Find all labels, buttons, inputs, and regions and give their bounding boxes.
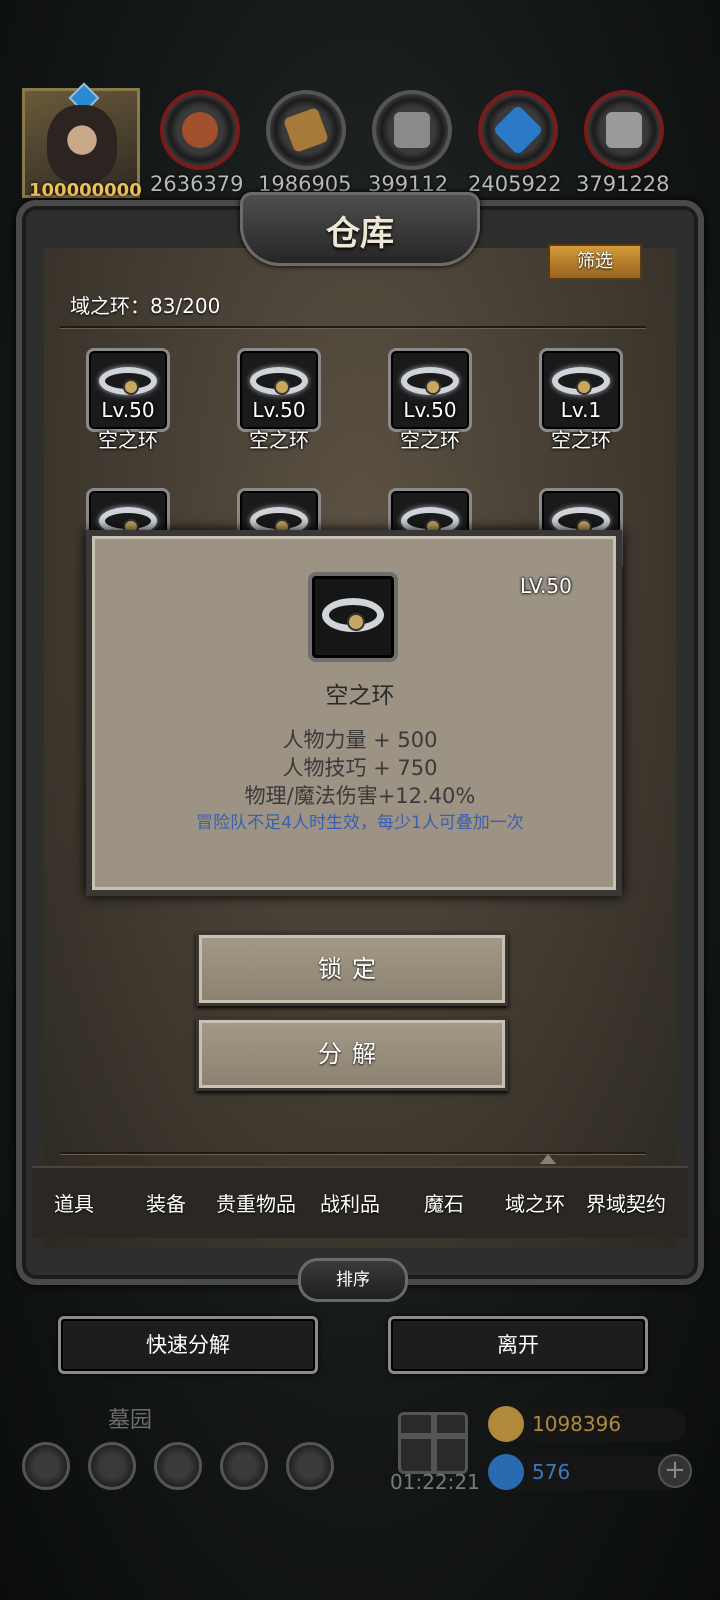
ring-icon — [322, 598, 384, 632]
steel-ingot-icon — [606, 112, 642, 148]
item-level: Lv.1 — [560, 398, 602, 422]
item-detail-icon — [308, 572, 398, 662]
ring-icon — [401, 367, 459, 395]
item-detail-level: LV.50 — [520, 574, 572, 598]
gem-icon — [488, 1454, 524, 1490]
item-level: Lv.50 — [101, 398, 155, 422]
tab-loot[interactable]: 战利品 — [320, 1188, 380, 1217]
item-name: 空之环 — [551, 428, 611, 452]
wood-plank-icon — [282, 106, 330, 154]
stat-line: 物理/魔法伤害+12.40% — [244, 784, 476, 808]
filter-button[interactable]: 筛选 — [548, 244, 642, 280]
item-name: 空之环 — [249, 428, 309, 452]
gold-value: 1098396 — [532, 1412, 622, 1436]
divider — [60, 326, 646, 328]
item-detail-name: 空之环 — [325, 683, 395, 709]
stat-line: 人物技巧 + 750 — [282, 756, 438, 780]
star-icon[interactable] — [88, 1442, 136, 1490]
item-level: Lv.50 — [403, 398, 457, 422]
add-currency-button[interactable]: + — [658, 1454, 692, 1488]
tab-valuables[interactable]: 贵重物品 — [216, 1188, 296, 1217]
resource-slot-4[interactable] — [478, 90, 558, 170]
item-name: 空之环 — [98, 428, 158, 452]
gift-timer: 01:22:21 — [390, 1470, 480, 1494]
item-level: Lv.50 — [252, 398, 306, 422]
item-name: 空之环 — [400, 428, 460, 452]
resource-value-1: 2636379 — [150, 172, 244, 196]
gold-coin-icon — [488, 1406, 524, 1442]
ring-icon — [99, 367, 157, 395]
resource-slot-5[interactable] — [584, 90, 664, 170]
red-ore-icon — [182, 112, 218, 148]
sort-button[interactable]: 排序 — [298, 1258, 408, 1302]
decompose-button[interactable]: 分解 — [196, 1017, 508, 1091]
settings-icon[interactable] — [22, 1442, 70, 1490]
quick-decompose-button[interactable]: 快速分解 — [58, 1316, 318, 1374]
resource-slot-2[interactable] — [266, 90, 346, 170]
tab-items[interactable]: 道具 — [54, 1188, 94, 1217]
map-icon[interactable] — [286, 1442, 334, 1490]
capacity-count: 域之环：83/200 — [70, 294, 221, 318]
player-avatar[interactable]: 100000000 — [22, 82, 142, 201]
tab-magic-stones[interactable]: 魔石 — [424, 1188, 464, 1217]
ring-icon — [552, 367, 610, 395]
resource-value-4: 2405922 — [468, 172, 562, 196]
divider — [60, 1152, 646, 1154]
stat-note: 冒险队不足4人时生效，每少1人可叠加一次 — [196, 813, 524, 833]
iron-ingot-icon — [394, 112, 430, 148]
resource-slot-3[interactable] — [372, 90, 452, 170]
guild-icon[interactable] — [154, 1442, 202, 1490]
active-tab-marker — [540, 1154, 556, 1164]
portrait-image — [47, 105, 117, 183]
lock-button[interactable]: 锁定 — [196, 932, 508, 1006]
tab-equipment[interactable]: 装备 — [146, 1188, 186, 1217]
resource-value-5: 3791228 — [576, 172, 670, 196]
resource-slot-1[interactable] — [160, 90, 240, 170]
blue-crystal-icon — [492, 104, 544, 156]
leave-button[interactable]: 离开 — [388, 1316, 648, 1374]
tab-domain-rings[interactable]: 域之环 — [505, 1188, 565, 1217]
gift-icon[interactable] — [398, 1412, 468, 1474]
mail-icon[interactable] — [220, 1442, 268, 1490]
avatar-value: 100000000 — [29, 180, 142, 201]
stat-line: 人物力量 + 500 — [282, 728, 438, 752]
tab-realm-contracts[interactable]: 界域契约 — [586, 1188, 666, 1217]
ring-icon — [250, 367, 308, 395]
gem-value: 576 — [532, 1460, 571, 1484]
location-label: 墓园 — [108, 1408, 153, 1433]
